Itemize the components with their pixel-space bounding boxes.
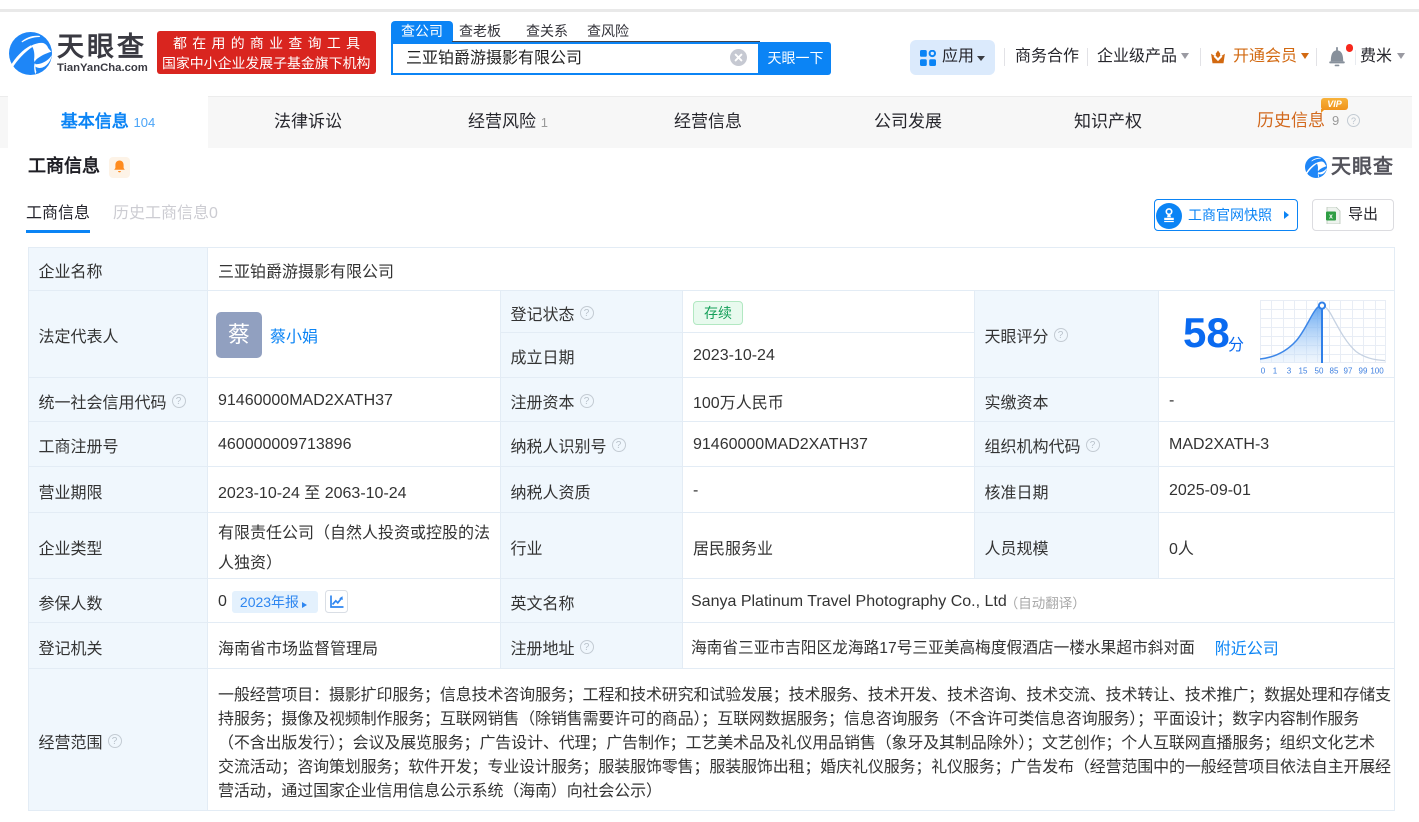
svg-text:99: 99 — [1359, 367, 1368, 376]
svg-text:3: 3 — [1287, 367, 1292, 376]
svg-text:0: 0 — [1261, 367, 1266, 376]
svg-text:x: x — [1329, 213, 1333, 220]
svg-text:100: 100 — [1370, 367, 1384, 376]
svg-text:97: 97 — [1344, 367, 1353, 376]
svg-text:1: 1 — [1273, 367, 1278, 376]
svg-text:15: 15 — [1299, 367, 1308, 376]
svg-text:85: 85 — [1330, 367, 1339, 376]
svg-text:50: 50 — [1315, 367, 1324, 376]
